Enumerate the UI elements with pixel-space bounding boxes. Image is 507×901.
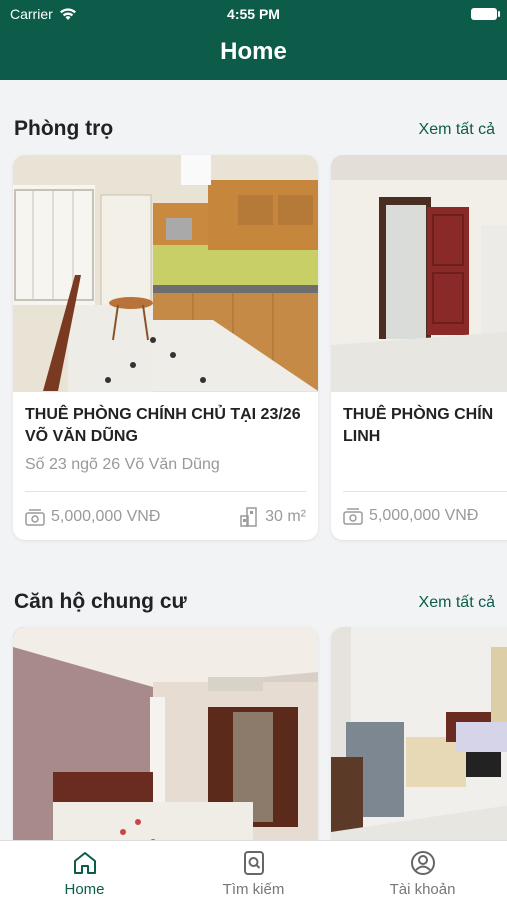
tab-home[interactable]: Home — [0, 841, 169, 901]
room-card[interactable]: THUÊ PHÒNG CHÍN LINH 5,000,000 VNĐ — [331, 155, 507, 540]
price-info: 5,000,000 VNĐ — [25, 508, 160, 526]
section-title-rooms: Phòng trọ — [14, 117, 114, 140]
account-icon — [410, 851, 435, 875]
room-card-price: 5,000,000 VNĐ — [369, 507, 479, 524]
home-icon — [73, 852, 96, 874]
battery-icon — [471, 8, 500, 20]
room-card-meta: 5,000,000 VNĐ 30 m² — [25, 507, 306, 527]
room-card[interactable]: THUÊ PHÒNG CHÍNH CHỦ TẠI 23/26 VÕ VĂN DŨ… — [13, 155, 318, 540]
tab-account-label: Tài khoản — [389, 881, 456, 898]
room-card-meta: 5,000,000 VNĐ — [343, 507, 507, 525]
apartment-photo — [331, 627, 507, 867]
area-icon — [240, 507, 257, 527]
price-info: 5,000,000 VNĐ — [343, 507, 478, 525]
room-card-name: THUÊ PHÒNG CHÍNH CHỦ TẠI 23/26 VÕ VĂN DŨ… — [25, 406, 301, 445]
card-divider — [343, 491, 507, 492]
room-photo — [13, 155, 318, 392]
tab-bar: Home Tìm kiếm Tài khoản — [0, 840, 507, 901]
page-title: Home — [220, 38, 287, 65]
status-bar: Carrier 4:55 PM — [10, 5, 500, 23]
room-card-area: 30 m² — [265, 508, 306, 525]
card-divider — [25, 491, 306, 492]
carrier-label: Carrier — [10, 6, 53, 22]
tab-search[interactable]: Tìm kiếm — [169, 841, 338, 901]
carrier-info: Carrier — [10, 6, 77, 22]
room-card-address: Số 23 ngõ 26 Võ Văn Dũng — [25, 456, 220, 473]
section-title-apartments: Căn hộ chung cư — [14, 590, 187, 613]
status-time: 4:55 PM — [227, 6, 280, 22]
room-card-name: THUÊ PHÒNG CHÍN LINH — [343, 406, 494, 445]
apartment-card[interactable] — [13, 627, 318, 867]
apartment-photo — [13, 627, 318, 867]
search-icon — [243, 851, 264, 875]
see-all-rooms-link[interactable]: Xem tất cả — [419, 121, 495, 139]
tab-account[interactable]: Tài khoản — [338, 841, 507, 901]
wifi-icon — [59, 7, 76, 20]
money-icon — [25, 509, 45, 526]
room-photo — [331, 155, 507, 392]
see-all-apartments-link[interactable]: Xem tất cả — [419, 594, 495, 612]
area-info: 30 m² — [239, 507, 306, 527]
tab-search-label: Tìm kiếm — [222, 881, 285, 898]
money-icon — [343, 508, 363, 525]
nav-header: Carrier 4:55 PM Home — [0, 0, 507, 80]
tab-home-label: Home — [64, 881, 105, 898]
room-card-price: 5,000,000 VNĐ — [51, 508, 161, 525]
apartment-card[interactable] — [331, 627, 507, 867]
